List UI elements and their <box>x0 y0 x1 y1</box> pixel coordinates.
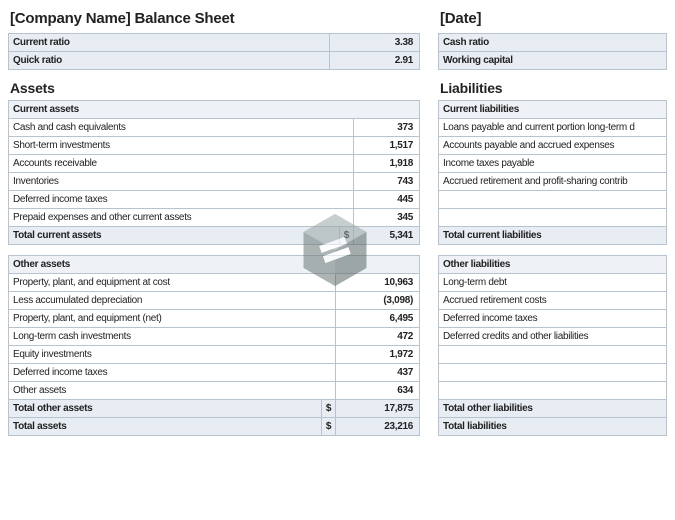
total-assets-label: Total assets <box>9 418 322 436</box>
liability-row-blank <box>439 382 667 400</box>
asset-row-value: 437 <box>336 364 420 382</box>
asset-row-label: Property, plant, and equipment (net) <box>9 310 336 328</box>
liability-row-label: Deferred credits and other liabilities <box>439 328 667 346</box>
asset-row-value: 445 <box>354 191 420 209</box>
liability-row-blank <box>439 346 667 364</box>
liability-row-label: Income taxes payable <box>439 155 667 173</box>
currency-symbol: $ <box>321 400 335 418</box>
liabilities-other-table: Other liabilities Long-term debt Accrued… <box>438 255 667 436</box>
currency-symbol: $ <box>339 227 353 245</box>
total-other-assets-value: 17,875 <box>336 400 420 418</box>
assets-heading: Assets <box>8 70 420 100</box>
total-assets-value: 23,216 <box>336 418 420 436</box>
liability-row-blank <box>439 364 667 382</box>
ratio-label: Current ratio <box>9 34 330 52</box>
total-current-assets-label: Total current assets <box>9 227 340 245</box>
asset-row-value: 345 <box>354 209 420 227</box>
asset-row-label: Deferred income taxes <box>9 191 354 209</box>
asset-row-label: Other assets <box>9 382 336 400</box>
liability-row-label: Accrued retirement costs <box>439 292 667 310</box>
asset-row-label: Accounts receivable <box>9 155 354 173</box>
total-other-assets-label: Total other assets <box>9 400 322 418</box>
ratio-value: 2.91 <box>329 52 419 70</box>
asset-row-label: Long-term cash investments <box>9 328 336 346</box>
asset-row-label: Short-term investments <box>9 137 354 155</box>
asset-row-label: Less accumulated depreciation <box>9 292 336 310</box>
asset-row-value: 1,517 <box>354 137 420 155</box>
other-assets-head: Other assets <box>9 256 420 274</box>
asset-row-label: Prepaid expenses and other current asset… <box>9 209 354 227</box>
liabilities-heading: Liabilities <box>438 70 667 100</box>
total-liabilities-label: Total liabilities <box>439 418 667 436</box>
ratios-left-table: Current ratio3.38 Quick ratio2.91 <box>8 33 420 70</box>
asset-row-label: Property, plant, and equipment at cost <box>9 274 336 292</box>
liability-row-label: Deferred income taxes <box>439 310 667 328</box>
currency-symbol: $ <box>321 418 335 436</box>
ratio-label: Cash ratio <box>439 34 667 52</box>
asset-row-value: 634 <box>336 382 420 400</box>
assets-other-table: Other assets Property, plant, and equipm… <box>8 255 420 436</box>
asset-row-value: (3,098) <box>336 292 420 310</box>
ratios-right-table: Cash ratio Working capital <box>438 33 667 70</box>
asset-row-label: Inventories <box>9 173 354 191</box>
ratio-label: Working capital <box>439 52 667 70</box>
asset-row-value: 373 <box>354 119 420 137</box>
total-current-assets-value: 5,341 <box>354 227 420 245</box>
assets-current-table: Current assets Cash and cash equivalents… <box>8 100 420 245</box>
asset-row-value: 743 <box>354 173 420 191</box>
liability-row-label: Long-term debt <box>439 274 667 292</box>
other-liabilities-head: Other liabilities <box>439 256 667 274</box>
company-title: [Company Name] Balance Sheet <box>8 6 420 33</box>
liabilities-current-table: Current liabilities Loans payable and cu… <box>438 100 667 245</box>
liability-row-label: Accrued retirement and profit-sharing co… <box>439 173 667 191</box>
current-assets-head: Current assets <box>9 101 420 119</box>
asset-row-value: 472 <box>336 328 420 346</box>
total-current-liabilities-label: Total current liabilities <box>439 227 667 245</box>
liability-row-label: Accounts payable and accrued expenses <box>439 137 667 155</box>
asset-row-label: Cash and cash equivalents <box>9 119 354 137</box>
date-title: [Date] <box>438 6 667 33</box>
total-other-liabilities-label: Total other liabilities <box>439 400 667 418</box>
ratio-value: 3.38 <box>329 34 419 52</box>
liability-row-label: Loans payable and current portion long-t… <box>439 119 667 137</box>
current-liabilities-head: Current liabilities <box>439 101 667 119</box>
asset-row-label: Deferred income taxes <box>9 364 336 382</box>
asset-row-value: 10,963 <box>336 274 420 292</box>
asset-row-value: 6,495 <box>336 310 420 328</box>
asset-row-value: 1,918 <box>354 155 420 173</box>
ratio-label: Quick ratio <box>9 52 330 70</box>
liability-row-blank <box>439 191 667 209</box>
liability-row-blank <box>439 209 667 227</box>
asset-row-label: Equity investments <box>9 346 336 364</box>
asset-row-value: 1,972 <box>336 346 420 364</box>
